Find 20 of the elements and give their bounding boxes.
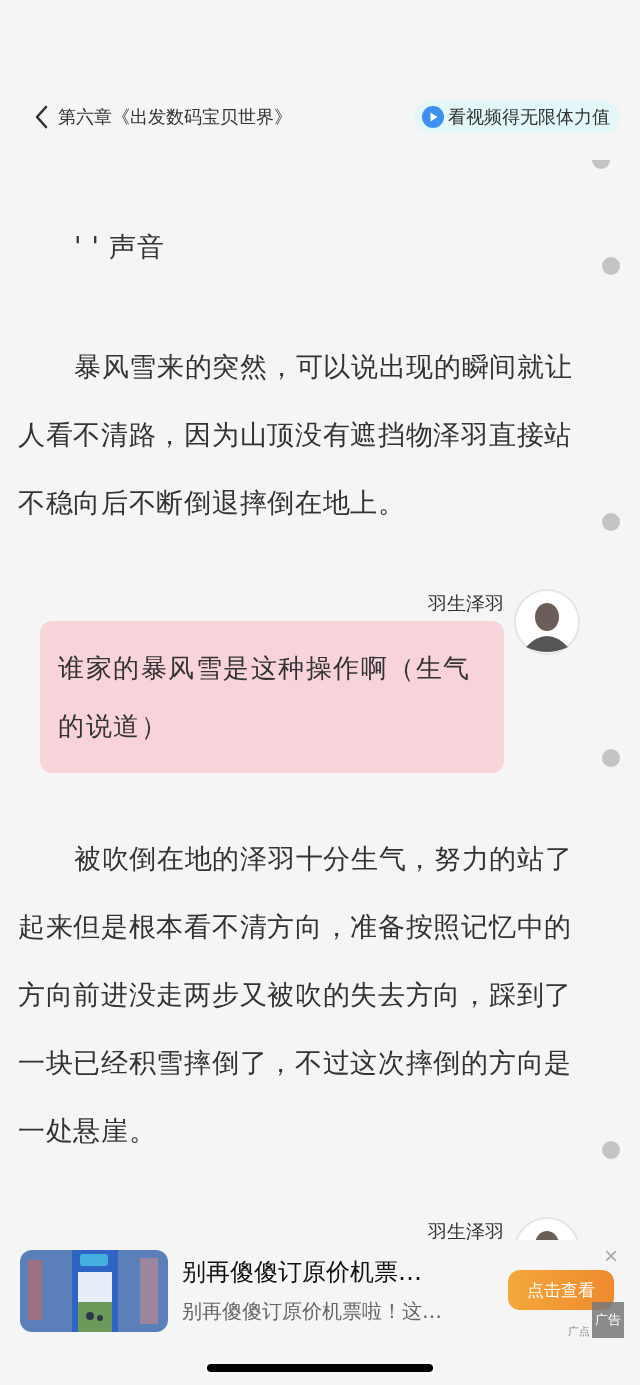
avatar — [514, 589, 580, 655]
ad-subtitle[interactable]: 别再傻傻订原价机票啦！这… — [182, 1298, 442, 1325]
play-icon — [422, 106, 444, 128]
back-button[interactable] — [34, 105, 48, 129]
ad-source-label: 广点 — [568, 1324, 590, 1339]
ad-badge: 广告 — [592, 1302, 624, 1338]
story-paragraph: 暴风雪来的突然，可以说出现的瞬间就让人看不清路，因为山顶没有遮挡物泽羽直接站不稳向后不断倒退摔倒在地上。 — [18, 350, 574, 520]
paragraph-end-dot — [602, 513, 620, 531]
paragraph-end-dot — [602, 749, 620, 767]
chapter-title: 第六章《出发数码宝贝世界》 — [58, 105, 293, 129]
paragraph-end-dot — [602, 257, 620, 275]
story-paragraph: 被吹倒在地的泽羽十分生气，努力的站了起来但是根本看不清方向，准备按照记忆中的方向前进没走两步又被吹的失去方向，踩到了一块已经积雪摔倒了，不过这次摔倒的方向是一处悬崖。 — [18, 842, 574, 1148]
speech-bubble: 谁家的暴风雪是这种操作啊（生气的说道） — [40, 621, 504, 773]
speaker-name: 羽生泽羽 — [428, 591, 504, 616]
reward-video-button[interactable]: 看视频得无限体力值 — [414, 101, 620, 133]
back-icon — [34, 105, 48, 129]
paragraph-end-dot — [602, 1141, 620, 1159]
ad-title[interactable]: 别再傻傻订原价机票… — [182, 1256, 442, 1288]
story-paragraph: ' ' 声音 — [73, 230, 166, 264]
speaker-name: 羽生泽羽 — [428, 1219, 504, 1244]
